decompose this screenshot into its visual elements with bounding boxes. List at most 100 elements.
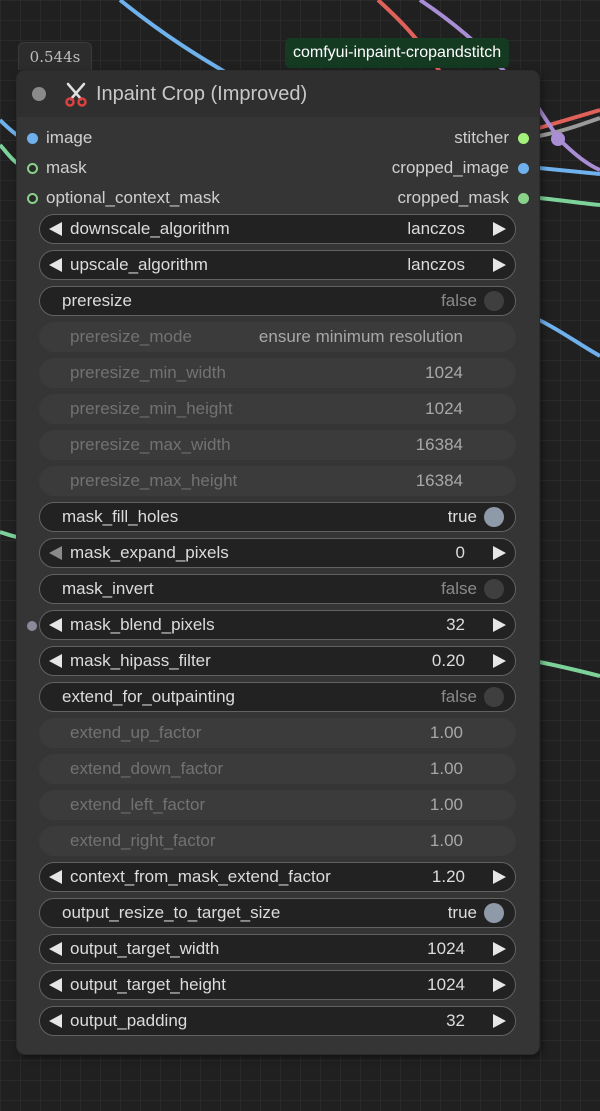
inpaint-crop-node[interactable]: Inpaint Crop (Improved) image mask optio… [17, 71, 539, 1054]
widget-label: mask_fill_holes [62, 507, 179, 526]
combo-upscale-algorithm[interactable]: upscale_algorithm lanczos [39, 250, 516, 280]
number-output-target-height[interactable]: output_target_height 1024 [39, 970, 516, 1000]
output-dot-stitcher[interactable] [518, 133, 529, 144]
number-preresize-max-height: preresize_max_height 16384 [39, 466, 516, 496]
output-slot-stitcher[interactable]: stitcher [454, 123, 529, 153]
widget-label: output_target_width [70, 939, 220, 958]
widget-label: preresize_mode [70, 327, 192, 346]
number-mask-blend-pixels[interactable]: mask_blend_pixels 32 [39, 610, 516, 640]
link-blue-right-mid [538, 318, 600, 358]
widget-value: 32 [446, 1011, 465, 1030]
widget-label: extend_down_factor [70, 759, 224, 778]
number-extend-down-factor: extend_down_factor 1.00 [39, 754, 516, 784]
number-output-padding[interactable]: output_padding 32 [39, 1006, 516, 1036]
widget-input-socket-icon[interactable] [27, 621, 37, 631]
widget-value: false [441, 291, 477, 310]
widget-value: 1.00 [429, 723, 463, 742]
toggle-on-icon[interactable] [484, 507, 504, 527]
widget-label: extend_for_outpainting [62, 687, 235, 706]
widget-value: 16384 [415, 471, 463, 490]
output-dot-cropped-image[interactable] [518, 163, 529, 174]
output-slot-cropped-mask[interactable]: cropped_mask [397, 183, 529, 213]
decrement-arrow-icon[interactable] [49, 222, 62, 236]
widget-value: true [447, 507, 477, 526]
toggle-off-icon[interactable] [484, 687, 504, 707]
increment-arrow-icon[interactable] [493, 618, 506, 632]
number-mask-hipass-filter[interactable]: mask_hipass_filter 0.20 [39, 646, 516, 676]
link-green-right-mid [538, 660, 600, 678]
toggle-output-resize-to-target-size[interactable]: output_resize_to_target_size true [39, 898, 516, 928]
widget-label: mask_invert [62, 579, 154, 598]
widget-label: output_target_height [70, 975, 226, 994]
toggle-mask-invert[interactable]: mask_invert false [39, 574, 516, 604]
widget-label: extend_right_factor [70, 831, 216, 850]
input-slot-mask[interactable]: mask [27, 153, 87, 183]
increment-arrow-icon[interactable] [493, 942, 506, 956]
increment-arrow-icon[interactable] [493, 870, 506, 884]
number-output-target-width[interactable]: output_target_width 1024 [39, 934, 516, 964]
widget-value: lanczos [407, 219, 465, 238]
decrement-arrow-icon[interactable] [49, 258, 62, 272]
input-label-mask: mask [46, 158, 87, 177]
output-label-stitcher: stitcher [454, 128, 509, 147]
toggle-off-icon[interactable] [484, 579, 504, 599]
widget-label: preresize [62, 291, 132, 310]
input-slot-image[interactable]: image [27, 123, 92, 153]
node-header[interactable]: Inpaint Crop (Improved) [17, 71, 539, 117]
toggle-off-icon[interactable] [484, 291, 504, 311]
widget-label: output_padding [70, 1011, 188, 1030]
output-dot-cropped-mask[interactable] [518, 193, 529, 204]
number-extend-left-factor: extend_left_factor 1.00 [39, 790, 516, 820]
number-extend-right-factor: extend_right_factor 1.00 [39, 826, 516, 856]
increment-arrow-icon[interactable] [493, 978, 506, 992]
output-label-cropped-mask: cropped_mask [397, 188, 509, 207]
widget-label: preresize_min_width [70, 363, 226, 382]
widget-value: false [441, 687, 477, 706]
decrement-arrow-icon[interactable] [49, 654, 62, 668]
toggle-on-icon[interactable] [484, 903, 504, 923]
input-dot-mask[interactable] [27, 163, 38, 174]
widget-value: 1024 [425, 399, 463, 418]
increment-arrow-icon[interactable] [493, 546, 506, 560]
number-preresize-min-width: preresize_min_width 1024 [39, 358, 516, 388]
widget-label: preresize_max_width [70, 435, 231, 454]
decrement-arrow-icon[interactable] [49, 942, 62, 956]
widget-value: 1.00 [429, 759, 463, 778]
increment-arrow-icon[interactable] [493, 654, 506, 668]
graph-canvas[interactable]: 0.544s comfyui-inpaint-cropandstitch Inp… [0, 0, 600, 1111]
decrement-arrow-icon[interactable] [49, 1014, 62, 1028]
increment-arrow-icon[interactable] [493, 1014, 506, 1028]
input-slot-optional-context-mask[interactable]: optional_context_mask [27, 183, 220, 213]
widget-value: lanczos [407, 255, 465, 274]
output-slot-cropped-image[interactable]: cropped_image [392, 153, 529, 183]
widget-label: extend_up_factor [70, 723, 202, 742]
input-dot-optional-context-mask[interactable] [27, 193, 38, 204]
widget-value: false [441, 579, 477, 598]
node-title: Inpaint Crop (Improved) [96, 83, 308, 105]
toggle-extend-for-outpainting[interactable]: extend_for_outpainting false [39, 682, 516, 712]
number-mask-expand-pixels[interactable]: mask_expand_pixels 0 [39, 538, 516, 568]
widget-value: true [447, 903, 477, 922]
toggle-mask-fill-holes[interactable]: mask_fill_holes true [39, 502, 516, 532]
decrement-arrow-icon[interactable] [49, 870, 62, 884]
widget-value: 1.00 [429, 795, 463, 814]
number-preresize-min-height: preresize_min_height 1024 [39, 394, 516, 424]
execution-time-badge: 0.544s [18, 42, 92, 70]
combo-downscale-algorithm[interactable]: downscale_algorithm lanczos [39, 214, 516, 244]
toggle-preresize[interactable]: preresize false [39, 286, 516, 316]
increment-arrow-icon[interactable] [493, 222, 506, 236]
widget-value: 1.20 [431, 867, 465, 886]
collapse-toggle-icon[interactable] [32, 87, 46, 101]
decrement-arrow-icon[interactable] [49, 618, 62, 632]
widget-label: context_from_mask_extend_factor [70, 867, 331, 886]
number-preresize-max-width: preresize_max_width 16384 [39, 430, 516, 460]
widget-value: 16384 [415, 435, 463, 454]
number-context-from-mask-extend-factor[interactable]: context_from_mask_extend_factor 1.20 [39, 862, 516, 892]
link-image-in [118, 0, 227, 74]
input-dot-image[interactable] [27, 133, 38, 144]
decrement-arrow-icon[interactable] [49, 978, 62, 992]
widget-label: output_resize_to_target_size [62, 903, 281, 922]
reroute-dot [551, 132, 565, 146]
increment-arrow-icon[interactable] [493, 258, 506, 272]
decrement-arrow-icon[interactable] [49, 546, 62, 560]
